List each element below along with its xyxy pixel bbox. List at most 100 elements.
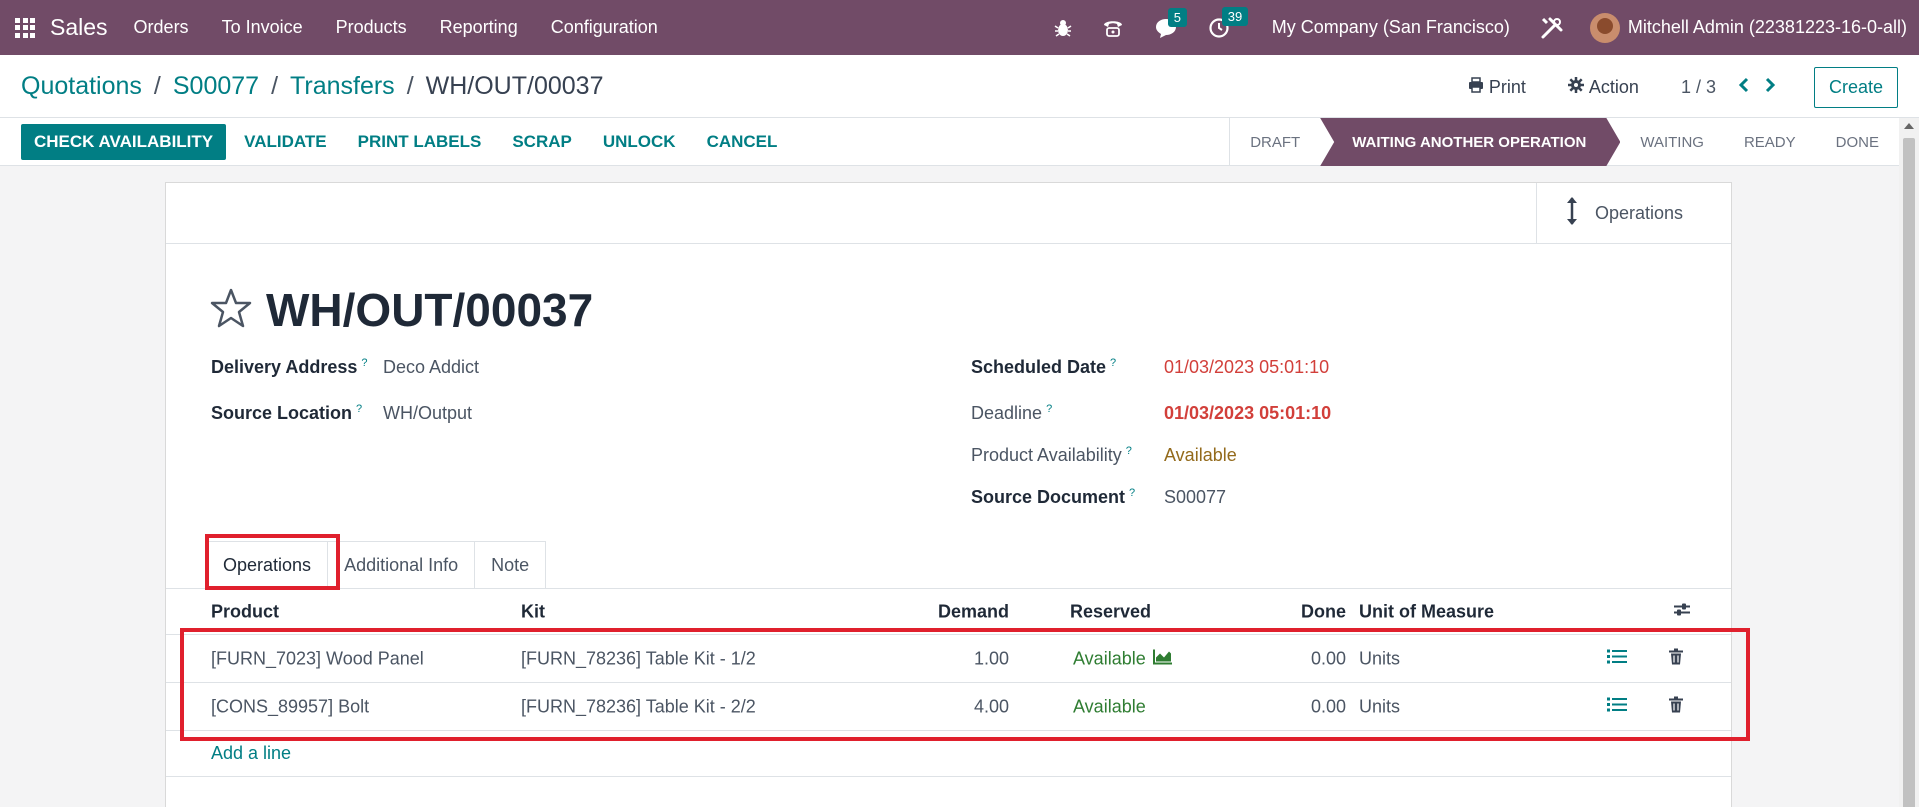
delivery-address-value[interactable]: Deco Addict xyxy=(383,357,479,378)
column-product[interactable]: Product xyxy=(211,601,279,622)
menu-to-invoice[interactable]: To Invoice xyxy=(222,17,303,38)
table-row[interactable]: [FURN_7023] Wood Panel [FURN_78236] Tabl… xyxy=(166,635,1731,683)
stage-waiting-another-operation[interactable]: WAITING ANOTHER OPERATION xyxy=(1320,118,1620,166)
forecast-chart-icon[interactable] xyxy=(1153,648,1173,669)
user-menu[interactable]: Mitchell Admin (22381223-16-0-all) xyxy=(1628,17,1907,38)
apps-menu-icon[interactable] xyxy=(0,0,50,55)
scheduled-date-label: Scheduled Date? xyxy=(971,357,1117,377)
deadline-label: Deadline? xyxy=(971,403,1053,423)
tab-note[interactable]: Note xyxy=(474,541,547,588)
stage-ready[interactable]: READY xyxy=(1724,118,1816,166)
create-button[interactable]: Create xyxy=(1813,66,1898,108)
scheduled-date-value[interactable]: 01/03/2023 05:01:10 xyxy=(1164,357,1329,378)
stage-done[interactable]: DONE xyxy=(1816,118,1899,166)
optional-columns-toggle-icon[interactable] xyxy=(1673,601,1691,622)
action-label: Action xyxy=(1588,76,1639,97)
print-labels-button[interactable]: PRINT LABELS xyxy=(358,132,482,152)
action-button[interactable]: Action xyxy=(1567,76,1639,98)
menu-products[interactable]: Products xyxy=(336,17,407,38)
table-bottom-divider xyxy=(166,776,1731,777)
detailed-operations-list-icon[interactable] xyxy=(1607,696,1627,717)
tab-additional-info[interactable]: Additional Info xyxy=(327,541,476,588)
top-navbar: Sales Orders To Invoice Products Reporti… xyxy=(0,0,1919,55)
breadcrumb-quotations[interactable]: Quotations xyxy=(21,72,142,101)
notebook-tabs: Operations Additional Info Note xyxy=(206,541,547,588)
activities-clock-icon[interactable]: 39 xyxy=(1208,6,1249,39)
row-kit[interactable]: [FURN_78236] Table Kit - 2/2 xyxy=(521,696,756,717)
user-avatar[interactable] xyxy=(1589,12,1620,43)
breadcrumb-separator: / xyxy=(153,72,161,100)
stage-draft[interactable]: DRAFT xyxy=(1230,118,1320,166)
row-product[interactable]: [CONS_89957] Bolt xyxy=(211,696,369,717)
breadcrumb-transfers[interactable]: Transfers xyxy=(290,72,395,101)
deadline-value: 01/03/2023 05:01:10 xyxy=(1164,403,1332,423)
tab-operations[interactable]: Operations xyxy=(206,541,329,588)
app-brand[interactable]: Sales xyxy=(50,14,108,41)
source-location-value[interactable]: WH/Output xyxy=(383,403,472,424)
breadcrumb: Quotations / S00077 / Transfers / WH/OUT… xyxy=(21,72,603,101)
operations-smart-label: Operations xyxy=(1595,202,1684,223)
delete-row-trash-icon[interactable] xyxy=(1669,648,1683,669)
breadcrumb-current: WH/OUT/00037 xyxy=(425,72,604,100)
column-demand[interactable]: Demand xyxy=(938,601,1009,622)
pager-next-icon[interactable] xyxy=(1764,76,1776,99)
validate-button[interactable]: VALIDATE xyxy=(244,132,326,152)
row-reserved: Available xyxy=(1073,648,1146,668)
tools-icon[interactable] xyxy=(1540,16,1564,40)
check-availability-button[interactable]: CHECK AVAILABILITY xyxy=(21,124,227,160)
row-done[interactable]: 0.00 xyxy=(1311,696,1346,717)
printer-icon xyxy=(1468,76,1484,98)
menu-orders[interactable]: Orders xyxy=(134,17,189,38)
row-uom[interactable]: Units xyxy=(1359,648,1400,669)
phone-icon[interactable] xyxy=(1102,18,1124,38)
vertical-arrows-icon xyxy=(1565,196,1579,231)
messages-icon[interactable]: 5 xyxy=(1154,7,1188,38)
product-availability-field: Product Availability? Available xyxy=(971,445,1237,466)
operations-smart-button[interactable]: Operations xyxy=(1536,183,1731,243)
favorite-star-icon[interactable] xyxy=(210,288,252,333)
menu-configuration[interactable]: Configuration xyxy=(551,17,658,38)
debug-bug-icon[interactable] xyxy=(1054,18,1072,38)
status-stages: DRAFT WAITING ANOTHER OPERATION WAITING … xyxy=(1229,118,1899,166)
activities-badge: 39 xyxy=(1221,6,1249,26)
detailed-operations-list-icon[interactable] xyxy=(1607,648,1627,669)
unlock-button[interactable]: UNLOCK xyxy=(603,132,676,152)
add-a-line-link[interactable]: Add a line xyxy=(211,743,291,764)
column-unit-of-measure[interactable]: Unit of Measure xyxy=(1359,601,1494,622)
column-kit[interactable]: Kit xyxy=(521,601,545,622)
product-availability-value: Available xyxy=(1164,445,1237,465)
cancel-button[interactable]: CANCEL xyxy=(707,132,778,152)
row-demand[interactable]: 4.00 xyxy=(974,696,1009,717)
smart-button-box: Operations xyxy=(166,183,1731,244)
delete-row-trash-icon[interactable] xyxy=(1669,696,1683,717)
column-reserved[interactable]: Reserved xyxy=(1070,601,1151,622)
breadcrumb-separator: / xyxy=(406,72,414,100)
scrap-button[interactable]: SCRAP xyxy=(512,132,572,152)
company-switcher[interactable]: My Company (San Francisco) xyxy=(1272,17,1510,38)
row-done[interactable]: 0.00 xyxy=(1311,648,1346,669)
gear-icon xyxy=(1567,76,1584,98)
row-reserved: Available xyxy=(1073,696,1146,716)
source-document-value[interactable]: S00077 xyxy=(1164,487,1226,508)
form-statusbar: CHECK AVAILABILITY VALIDATE PRINT LABELS… xyxy=(0,118,1899,166)
stage-waiting[interactable]: WAITING xyxy=(1620,118,1724,166)
print-button[interactable]: Print xyxy=(1468,77,1526,98)
breadcrumb-sale-order[interactable]: S00077 xyxy=(173,72,259,101)
row-kit[interactable]: [FURN_78236] Table Kit - 1/2 xyxy=(521,648,756,669)
row-product[interactable]: [FURN_7023] Wood Panel xyxy=(211,648,424,669)
row-uom[interactable]: Units xyxy=(1359,696,1400,717)
pager-previous-icon[interactable] xyxy=(1738,76,1750,99)
pager-value[interactable]: 1 / 3 xyxy=(1681,77,1716,98)
column-done[interactable]: Done xyxy=(1301,601,1346,622)
product-availability-label: Product Availability? xyxy=(971,445,1132,465)
scroll-up-arrow-icon[interactable] xyxy=(1904,123,1914,129)
table-row[interactable]: [CONS_89957] Bolt [FURN_78236] Table Kit… xyxy=(166,683,1731,731)
form-sheet: Operations WH/OUT/00037 Delivery Address… xyxy=(165,182,1732,807)
page-scrollbar[interactable] xyxy=(1899,118,1919,807)
print-label: Print xyxy=(1488,76,1526,97)
source-location-label: Source Location? xyxy=(211,403,363,423)
row-demand[interactable]: 1.00 xyxy=(974,648,1009,669)
scrollbar-thumb[interactable] xyxy=(1903,138,1915,807)
scheduled-date-field: Scheduled Date? 01/03/2023 05:01:10 xyxy=(971,357,1329,378)
menu-reporting[interactable]: Reporting xyxy=(440,17,518,38)
